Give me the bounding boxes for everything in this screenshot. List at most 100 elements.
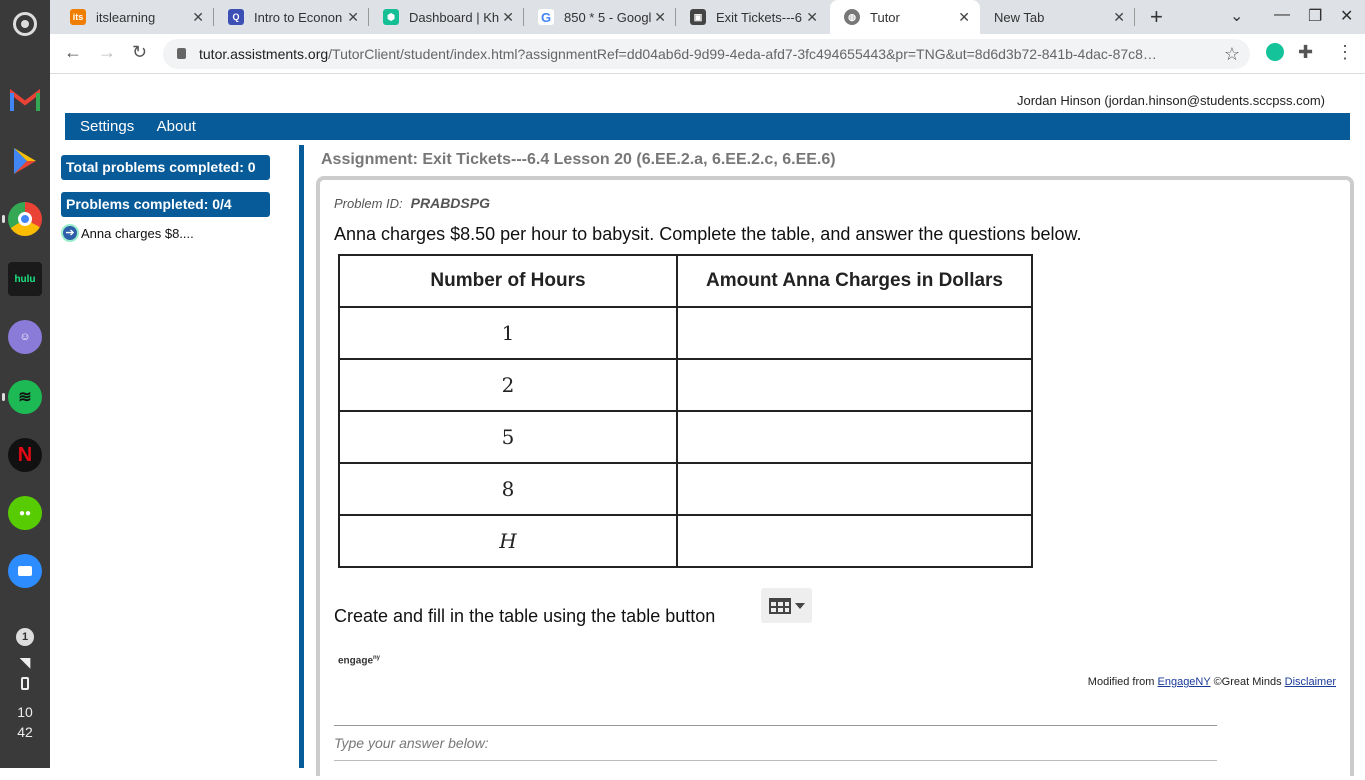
running-indicator [2, 393, 5, 401]
spotify-icon[interactable]: ≋ [8, 380, 42, 414]
minimize-icon[interactable]: — [1274, 6, 1290, 24]
close-icon[interactable]: ✕ [502, 9, 514, 26]
problems-completed-badge: Problems completed: 0/4 [61, 192, 270, 217]
chrome-icon[interactable] [8, 202, 42, 236]
table-cell [676, 514, 1033, 568]
problem-id-label: Problem ID: [334, 196, 403, 211]
table-header-row: Number of Hours Amount Anna Charges in D… [338, 254, 1033, 308]
table-cell [676, 410, 1033, 464]
wifi-icon: ◥ [19, 654, 31, 670]
netflix-icon[interactable]: N [8, 438, 42, 472]
table-row: 5 [338, 410, 1033, 464]
close-icon[interactable]: ✕ [806, 9, 818, 26]
table-row: 8 [338, 462, 1033, 516]
notification-count[interactable]: 1 [16, 628, 34, 646]
table-cell: 8 [338, 462, 678, 516]
user-info: Jordan Hinson (jordan.hinson@students.sc… [1016, 93, 1325, 108]
clock-hour: 10 [17, 704, 33, 720]
reload-icon[interactable]: ↻ [132, 42, 147, 63]
table-cell: H [338, 514, 678, 568]
answer-label: Type your answer below: [334, 735, 489, 751]
disclaimer-link[interactable]: Disclaimer [1285, 676, 1336, 688]
browser-toolbar: ← → ↻ tutor.assistments.org/TutorClient/… [50, 34, 1365, 74]
table-row: 1 [338, 306, 1033, 360]
tab-search-icon[interactable]: ⌄ [1230, 6, 1243, 26]
table-row: H [338, 514, 1033, 568]
table-grid-icon [768, 597, 791, 614]
table-insert-button[interactable] [761, 588, 812, 623]
classroom-icon: ▣ [690, 9, 706, 25]
problem-panel: Problem ID: PRABDSPG Anna charges $8.50 p… [316, 176, 1354, 776]
grammarly-icon[interactable] [1266, 43, 1284, 61]
current-arrow-icon: ➔ [61, 224, 79, 242]
os-shelf: hulu ☺ ≋ N ●● 1 ◥ 10 42 [0, 0, 50, 768]
problem-list-item[interactable]: ➔ Anna charges $8.... [61, 224, 194, 242]
credit-middle: ©Great Minds [1213, 676, 1282, 688]
khan-academy-icon: ⬢ [383, 9, 399, 25]
tab-intro-econ[interactable]: Q Intro to Econon ✕ [214, 0, 369, 34]
tab-itslearning[interactable]: its itslearning ✕ [56, 0, 214, 34]
about-menu[interactable]: About [157, 113, 196, 140]
hulu-icon[interactable]: hulu [8, 262, 42, 296]
engage-logo-text: engage [338, 655, 374, 667]
bookmark-star-icon[interactable]: ☆ [1224, 39, 1240, 69]
table-cell: 2 [338, 358, 678, 412]
system-tray[interactable]: 1 ◥ 10 42 [0, 620, 50, 742]
table-cell [676, 358, 1033, 412]
tab-tutor[interactable]: ◍ Tutor ✕ [830, 0, 980, 34]
close-icon[interactable]: ✕ [958, 9, 970, 26]
running-indicator [2, 215, 5, 223]
settings-menu[interactable]: Settings [80, 113, 134, 140]
menu-bar: Settings About [65, 113, 1350, 140]
table-cell: 1 [338, 306, 678, 360]
google-icon: G [538, 9, 554, 25]
tab-separator [1134, 8, 1135, 26]
new-tab-plus-icon[interactable]: + [1150, 4, 1163, 30]
engageny-link[interactable]: EngageNY [1158, 676, 1211, 688]
play-store-icon[interactable] [8, 144, 42, 178]
credit-prefix: Modified from [1087, 676, 1155, 688]
panel-divider [299, 145, 304, 768]
tab-new-tab[interactable]: New Tab ✕ [980, 0, 1135, 34]
extensions-puzzle-icon[interactable]: ✚ [1298, 42, 1313, 63]
answer-input[interactable] [334, 760, 1217, 780]
address-bar[interactable]: tutor.assistments.org/TutorClient/studen… [163, 39, 1250, 69]
url-path: /TutorClient/student/index.html?assignme… [328, 46, 1157, 62]
quizlet-icon: Q [228, 9, 244, 25]
table-cell [676, 462, 1033, 516]
problem-link-label: Anna charges $8.... [81, 225, 194, 241]
chevron-down-icon [794, 602, 805, 609]
tab-google-search[interactable]: G 850 * 5 - Googl ✕ [524, 0, 676, 34]
lock-icon [177, 48, 186, 59]
forward-icon[interactable]: → [98, 42, 116, 63]
window-close-icon[interactable]: ✕ [1340, 6, 1353, 26]
table-row: 2 [338, 358, 1033, 412]
total-problems-badge: Total problems completed: 0 [61, 155, 270, 180]
duolingo-icon[interactable]: ●● [8, 496, 42, 530]
globe-icon: ◍ [844, 9, 860, 25]
tab-exit-tickets[interactable]: ▣ Exit Tickets---6 ✕ [676, 0, 828, 34]
zoom-icon[interactable] [8, 554, 42, 588]
problem-id: Problem ID: PRABDSPG [334, 195, 490, 211]
tab-strip: its itslearning ✕ Q Intro to Econon ✕ ⬢ … [50, 0, 1365, 34]
close-icon[interactable]: ✕ [192, 9, 204, 26]
close-icon[interactable]: ✕ [1113, 9, 1125, 26]
menu-kebab-icon[interactable]: ⋮ [1336, 42, 1354, 63]
answer-divider [334, 725, 1217, 726]
url-host: tutor.assistments.org [199, 46, 329, 62]
itslearning-icon: its [70, 9, 86, 25]
tab-dashboard[interactable]: ⬢ Dashboard | Kh ✕ [369, 0, 524, 34]
launcher-icon[interactable] [13, 12, 37, 36]
anime-app-icon[interactable]: ☺ [8, 320, 42, 354]
problem-table: Number of Hours Amount Anna Charges in D… [338, 254, 1033, 568]
engage-logo-sup: ny [373, 655, 381, 661]
problem-id-value: PRABDSPG [410, 195, 490, 211]
table-cell [676, 306, 1033, 360]
battery-icon [21, 677, 29, 690]
back-icon[interactable]: ← [64, 42, 82, 63]
close-icon[interactable]: ✕ [347, 9, 359, 26]
gmail-icon[interactable] [8, 84, 42, 118]
close-icon[interactable]: ✕ [654, 9, 666, 26]
table-cell: 5 [338, 410, 678, 464]
restore-icon[interactable]: ❐ [1308, 6, 1322, 26]
